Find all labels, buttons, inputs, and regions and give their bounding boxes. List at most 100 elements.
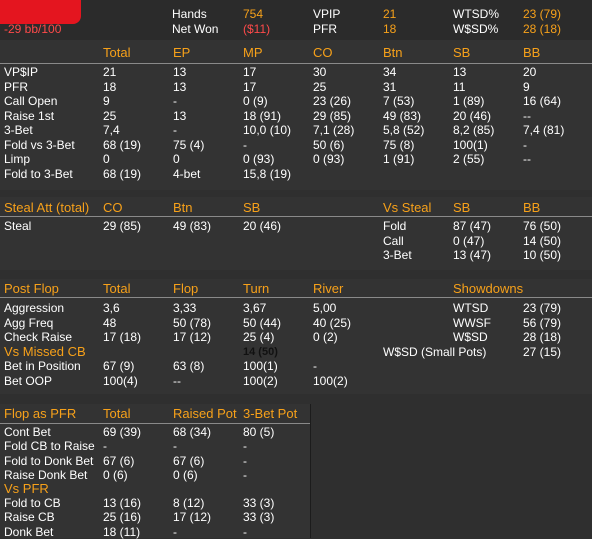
table-cell: 17 [243, 79, 257, 94]
table-cell: 20 [523, 65, 537, 79]
table-cell: 31 [383, 79, 397, 94]
col-sb: SB [453, 45, 471, 60]
table-cell: 13 [173, 65, 187, 79]
steal-cell: 29 (85) [103, 219, 142, 233]
table-cell: 30 [313, 65, 327, 79]
row-label: Cont Bet [4, 425, 51, 439]
showdown-label: WTSD [453, 301, 489, 315]
hands-value: 754 [243, 7, 264, 21]
wtsd-label: WTSD% [453, 7, 499, 21]
divider [0, 63, 592, 64]
table-cell: 8 (12) [173, 496, 205, 510]
netwon-label: Net Won [172, 22, 219, 36]
divider [0, 423, 310, 424]
row-label: Limp [4, 152, 31, 166]
showdown-label: W$SD [453, 330, 488, 344]
table-cell: 40 (25) [313, 315, 352, 330]
table-cell: 13 [173, 79, 187, 94]
table-cell: 0 [103, 152, 110, 166]
pf-col-flop: Flop [173, 281, 199, 296]
vpip-label: VPIP [313, 7, 341, 21]
table-cell: 67 (6) [173, 453, 205, 468]
table-cell: 5,8 (52) [383, 123, 425, 137]
table-cell: 68 (34) [173, 425, 212, 439]
row-label: 3-Bet [4, 123, 33, 137]
showdown-value: 23 (79) [523, 301, 562, 315]
vpip-value: 21 [383, 7, 397, 21]
table-cell: 69 (39) [103, 425, 142, 439]
table-cell: 0 (9) [243, 94, 268, 108]
table-cell: 3,33 [173, 301, 197, 315]
table-cell: 17 (12) [173, 510, 212, 525]
table-cell: 25 [313, 79, 327, 94]
vs-pfr-title: Vs PFR [4, 481, 49, 496]
table-cell: 8,2 (85) [453, 123, 495, 137]
hands-label: Hands [172, 7, 207, 21]
row-label: Agg Freq [4, 315, 54, 330]
pf-col-total: Total [103, 281, 131, 296]
table-cell: 10 (50) [523, 248, 562, 262]
table-cell: 7,4 (81) [523, 123, 565, 137]
row-label: PFR [4, 79, 28, 94]
row-label: VP$IP [4, 65, 39, 79]
table-cell: 7,1 (28) [313, 123, 355, 137]
table-cell: - [103, 439, 107, 454]
table-cell: 100(2) [243, 373, 278, 388]
table-cell: 50 (44) [243, 315, 282, 330]
table-cell: 17 (18) [103, 330, 142, 344]
table-cell: 63 (8) [173, 359, 205, 373]
table-cell: 33 (3) [243, 496, 275, 510]
steal-title: Steal Att (total) [4, 200, 90, 215]
summary-bar [0, 0, 592, 40]
table-cell: 0 (47) [453, 233, 485, 248]
table-cell: - [313, 359, 317, 373]
row-label: Donk Bet [4, 524, 54, 539]
steal-col-co: CO [103, 200, 123, 215]
table-cell: 68 (19) [103, 166, 142, 181]
table-cell: 0 (93) [243, 152, 275, 166]
table-cell: - [243, 467, 247, 482]
table-cell: 7 (53) [383, 94, 415, 108]
table-cell: 25 (4) [243, 330, 275, 344]
bb-result: -29 bb/100 [4, 22, 62, 36]
col-total: Total [103, 45, 131, 60]
table-cell: 4-bet [173, 166, 201, 181]
table-cell: 0 (6) [103, 467, 128, 482]
vs-steal-col-bb: BB [523, 200, 541, 215]
table-cell: 0 [173, 152, 180, 166]
table-cell: 100(4) [103, 373, 138, 388]
table-cell: 16 (64) [523, 94, 562, 108]
table-cell: 10,0 (10) [243, 123, 292, 137]
wsd-value: 28 (18) [523, 22, 562, 36]
table-cell: 50 (78) [173, 315, 212, 330]
steal-col-btn: Btn [173, 200, 193, 215]
pf-col-turn: Turn [243, 281, 270, 296]
row-label: Fold [383, 219, 407, 233]
row-label: Fold to 3-Bet [4, 166, 73, 181]
table-cell: 100(1) [243, 359, 278, 373]
table-cell: 0 (6) [173, 467, 198, 482]
table-cell: 18 (91) [243, 108, 282, 123]
table-cell: 75 (8) [383, 137, 415, 152]
table-cell: 100(1) [453, 137, 488, 152]
table-cell: 68 (19) [103, 137, 142, 152]
table-cell: -- [523, 108, 531, 123]
wsd-label: W$SD% [453, 22, 499, 36]
table-cell: 2 (55) [453, 152, 485, 166]
table-cell: 3,67 [243, 301, 267, 315]
table-cell: 50 (6) [313, 137, 345, 152]
col-mp: MP [243, 45, 263, 60]
steal-row-label: Steal [4, 219, 32, 233]
pfr-col-total: Total [103, 406, 131, 421]
table-cell: 9 [523, 79, 530, 94]
col-bb: BB [523, 45, 541, 60]
row-label: Check Raise [4, 330, 73, 344]
table-cell: 67 (6) [103, 453, 135, 468]
wtsd-value: 23 (79) [523, 7, 562, 21]
pfr-title: Flop as PFR [4, 406, 77, 421]
vs-missed-cb-hidden-value: 14 (50) [243, 346, 278, 358]
table-cell: 14 (50) [523, 233, 562, 248]
table-cell: 100(2) [313, 373, 348, 388]
row-label: Fold CB to Raise [4, 439, 95, 454]
pfr-label: PFR [313, 22, 337, 36]
